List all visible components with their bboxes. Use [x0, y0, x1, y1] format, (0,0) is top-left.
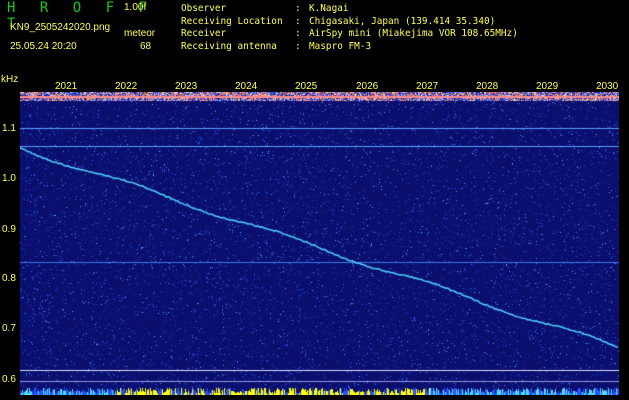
header-left: H R O F F T 1.00f KN9_2505242020.png met…: [0, 0, 160, 60]
y-tick-label: 0.7: [2, 323, 16, 334]
spectrogram-plot: [20, 92, 619, 395]
y-axis-unit: kHz: [1, 74, 19, 85]
info-key: Receiving antenna: [181, 40, 277, 52]
info-value: AirSpy mini (Miakejima VOR 108.65MHz): [309, 28, 518, 39]
info-value: Maspro FM-3: [309, 40, 372, 52]
y-tick-label: 0.9: [2, 224, 16, 235]
info-sep: :: [295, 15, 301, 27]
info-row-location: Receiving Location: Chigasaki, Japan (139…: [181, 16, 518, 29]
y-tick-label: 1.1: [2, 123, 16, 134]
x-tick-label: 2022: [115, 81, 138, 92]
meteor-label: meteor: [124, 28, 156, 39]
x-tick-label: 2030: [596, 81, 619, 92]
x-tick-label: 2023: [175, 81, 198, 92]
info-key: Receiver: [181, 28, 227, 39]
x-tick-label: 2027: [416, 81, 439, 92]
info-key: Observer: [181, 3, 227, 14]
image-filename: KN9_2505242020.png: [10, 22, 111, 33]
x-tick-label: 2026: [356, 81, 379, 92]
x-tick-label: 2029: [536, 81, 559, 92]
capture-datetime: 25.05.24 20:20: [10, 41, 77, 52]
station-info: Observer: K.Nagai Receiving Location: Chig…: [181, 3, 518, 53]
info-sep: :: [295, 28, 301, 39]
y-tick-label: 0.6: [2, 374, 16, 385]
info-sep: :: [295, 3, 301, 14]
hroft-window: H R O F F T 1.00f KN9_2505242020.png met…: [0, 0, 629, 400]
meteor-count: 68: [140, 41, 152, 52]
info-value: K.Nagai: [309, 3, 349, 14]
app-version: 1.00f: [124, 2, 147, 13]
info-row-receiver: Receiver: AirSpy mini (Miakejima VOR 108.…: [181, 28, 518, 41]
y-tick-label: 1.0: [2, 173, 16, 184]
info-sep: :: [295, 40, 301, 52]
info-row-antenna: Receiving antenna: Maspro FM-3: [181, 41, 518, 54]
info-row-observer: Observer: K.Nagai: [181, 3, 518, 16]
x-tick-label: 2021: [55, 81, 78, 92]
info-value: Chigasaki, Japan (139.414 35.340): [309, 15, 496, 27]
y-tick-label: 0.8: [2, 273, 16, 284]
x-tick-label: 2024: [235, 81, 258, 92]
x-tick-label: 2028: [476, 81, 499, 92]
info-key: Receiving Location: [181, 15, 283, 27]
x-tick-label: 2025: [295, 81, 318, 92]
